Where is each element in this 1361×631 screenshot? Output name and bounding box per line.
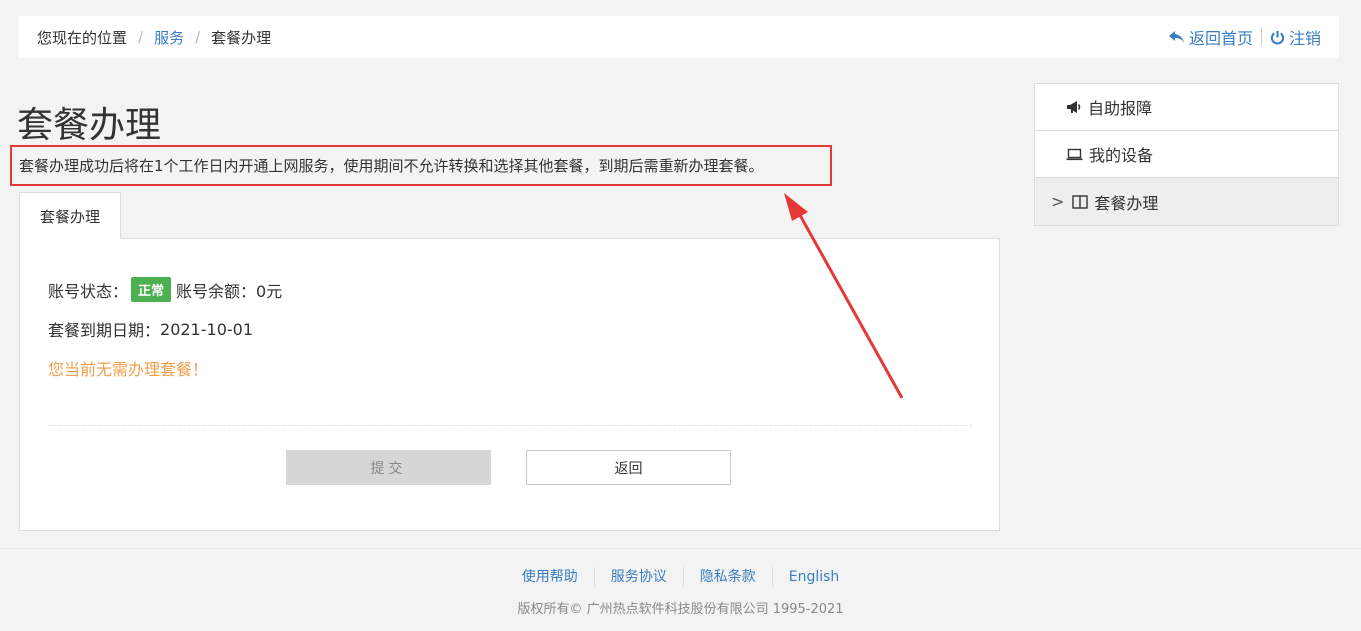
breadcrumb-prefix: 您现在的位置 [37,28,128,47]
reply-arrow-icon [1168,31,1184,43]
active-marker: > [1051,192,1065,211]
breadcrumb-bar: 您现在的位置 / 服务 / 套餐办理 返回首页 注销 [19,16,1339,58]
laptop-icon [1066,148,1083,161]
sidebar-item-package[interactable]: > 套餐办理 [1035,178,1338,225]
sidebar-item-report[interactable]: 自助报障 [1035,84,1338,131]
breadcrumb: 您现在的位置 / 服务 / 套餐办理 [37,27,271,48]
tab-package-label: 套餐办理 [39,207,100,226]
back-button[interactable]: 返回 [526,450,731,485]
book-icon [1072,194,1089,209]
breadcrumb-link-service[interactable]: 服务 [154,27,184,48]
package-panel: 账号状态： 正常 账号余额： 0元 套餐到期日期： 2021-10-01 您当前… [19,238,1000,531]
notice-text-content: 套餐办理成功后将在1个工作日内开通上网服务，使用期间不允许转换和选择其他套餐，到… [19,157,764,175]
breadcrumb-separator: / [138,28,144,46]
expiry-value: 2021-10-01 [160,319,253,339]
sidebar-item-devices[interactable]: 我的设备 [1035,131,1338,178]
submit-button[interactable]: 提交 [286,450,491,485]
account-status-label: 账号状态： [48,281,129,301]
tab-package[interactable]: 套餐办理 [19,192,121,239]
expiry-row: 套餐到期日期： 2021-10-01 [48,317,253,341]
expiry-label: 套餐到期日期： [48,321,161,340]
top-links-divider [1260,28,1262,46]
sidebar: 自助报障 我的设备 > 套餐办理 [1034,83,1339,226]
status-badge: 正常 [131,277,172,302]
divider [48,425,972,426]
footer-divider [0,548,1361,549]
logout-link[interactable]: 注销 [1270,25,1321,49]
footer-link-english[interactable]: English [773,567,856,587]
account-balance-label: 账号余额： [176,281,257,301]
no-package-message: 您当前无需办理套餐！ [48,356,208,380]
top-links: 返回首页 注销 [1168,25,1321,49]
footer-link-privacy[interactable]: 隐私条款 [684,567,773,587]
home-link-label: 返回首页 [1188,29,1253,48]
home-link[interactable]: 返回首页 [1168,25,1253,49]
megaphone-icon [1067,101,1081,113]
no-package-message-text: 您当前无需办理套餐！ [48,360,209,379]
logout-link-label: 注销 [1288,29,1321,48]
sidebar-item-label: 自助报障 [1088,99,1153,118]
breadcrumb-separator: / [195,28,201,46]
breadcrumb-current: 套餐办理 [211,28,272,47]
sidebar-item-label: 我的设备 [1089,146,1154,165]
sidebar-item-label: 套餐办理 [1094,193,1159,213]
notice-text: 套餐办理成功后将在1个工作日内开通上网服务，使用期间不允许转换和选择其他套餐，到… [10,145,832,186]
page-title: 套餐办理 [17,105,162,146]
footer-link-help[interactable]: 使用帮助 [506,567,595,587]
account-balance-value: 0元 [256,281,283,301]
power-icon [1270,30,1285,44]
account-status-row: 账号状态： 正常 账号余额： 0元 [48,277,282,302]
footer-link-terms[interactable]: 服务协议 [595,567,684,587]
footer-links: 使用帮助 服务协议 隐私条款 English [0,567,1361,587]
copyright: 版权所有© 广州热点软件科技股份有限公司 1995-2021 [517,602,844,617]
